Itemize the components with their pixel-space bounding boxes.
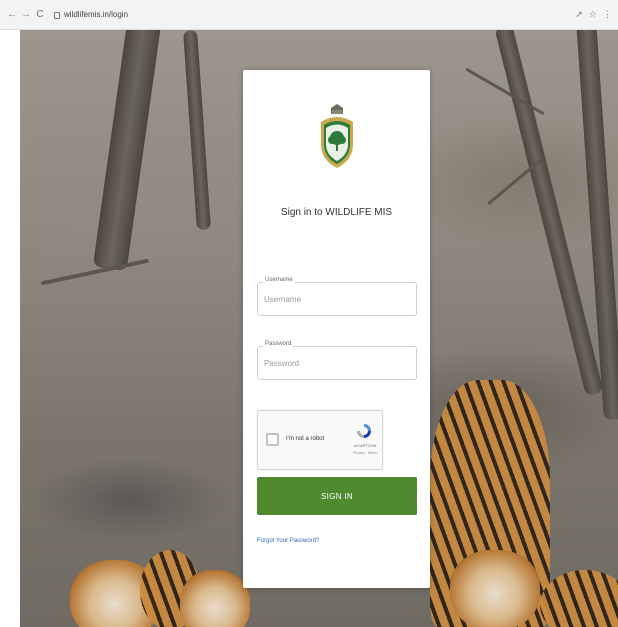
share-icon[interactable]: ➚ bbox=[575, 9, 583, 20]
recaptcha-checkbox[interactable] bbox=[266, 433, 279, 446]
recaptcha-widget: I'm not a robot reCAPTCHA Privacy - Term… bbox=[257, 410, 383, 470]
back-button[interactable]: ← bbox=[6, 9, 18, 20]
reload-button[interactable]: C bbox=[34, 9, 46, 20]
lock-icon bbox=[54, 12, 60, 19]
address-text: wildlifemis.in/login bbox=[64, 10, 129, 19]
forgot-password-link[interactable]: Forgot Your Password? bbox=[257, 538, 319, 544]
star-icon[interactable]: ☆ bbox=[589, 9, 597, 20]
forward-button[interactable]: → bbox=[20, 9, 32, 20]
login-title: Sign in to WILDLIFE MIS bbox=[280, 207, 393, 218]
shield-logo-icon bbox=[321, 104, 353, 168]
sign-in-button[interactable]: SIGN IN bbox=[257, 477, 417, 515]
recaptcha-links[interactable]: Privacy - Terms bbox=[350, 451, 380, 455]
extension-icon[interactable]: ⋮ bbox=[603, 9, 612, 20]
login-card: Sign in to WILDLIFE MIS Username Passwor… bbox=[243, 70, 430, 588]
background-tiger-face bbox=[180, 570, 250, 627]
recaptcha-label: I'm not a robot bbox=[286, 436, 325, 442]
browser-actions: ➚ ☆ ⋮ bbox=[575, 9, 612, 20]
password-input[interactable] bbox=[257, 346, 417, 380]
browser-toolbar: ← → C wildlifemis.in/login ➚ ☆ ⋮ bbox=[0, 0, 618, 30]
username-input[interactable] bbox=[257, 282, 417, 316]
background-tiger-face bbox=[450, 550, 540, 627]
recaptcha-icon bbox=[357, 424, 371, 438]
address-bar[interactable]: wildlifemis.in/login bbox=[54, 10, 128, 19]
username-label: Username bbox=[263, 277, 295, 283]
recaptcha-brand: reCAPTCHA bbox=[353, 443, 377, 448]
password-label: Password bbox=[263, 341, 294, 347]
